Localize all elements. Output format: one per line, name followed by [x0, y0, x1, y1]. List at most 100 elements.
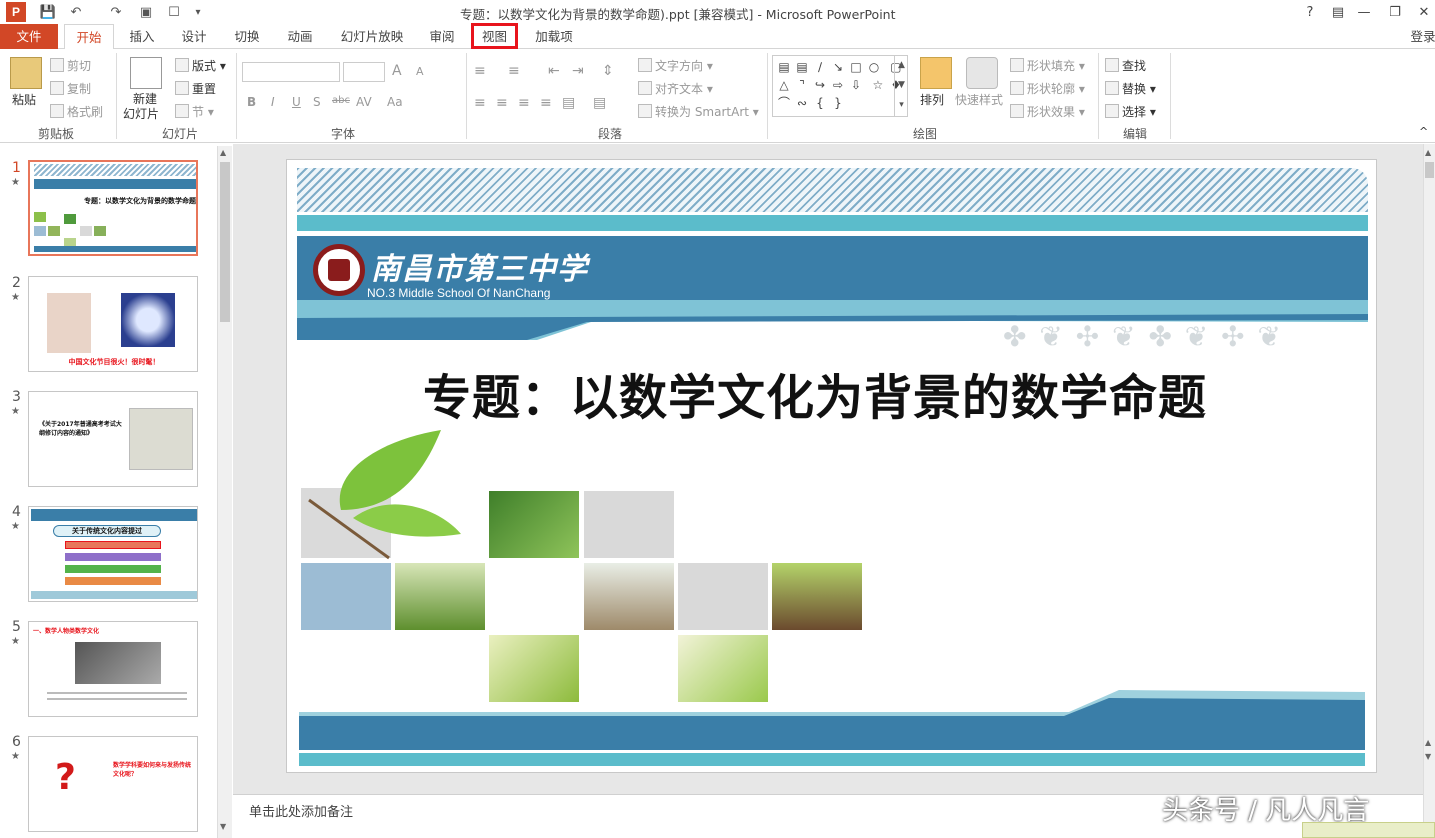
format-painter-button[interactable]: 格式刷 [50, 103, 103, 120]
copy-button[interactable]: 复制 [50, 80, 91, 97]
scroll-down-icon[interactable]: ▼ [220, 822, 226, 831]
tab-animations[interactable]: 动画 [280, 24, 320, 49]
textbox-shape-icon[interactable]: ▤ [775, 58, 793, 76]
bullets-icon[interactable]: ≡ [474, 63, 486, 79]
shapes-gallery-scroll[interactable]: ▲ ▼ ▾ [894, 55, 908, 117]
underline-button[interactable]: U [292, 95, 301, 109]
quick-styles-icon[interactable] [966, 57, 998, 89]
arrange-button[interactable]: 排列 [920, 91, 944, 108]
decrease-indent-icon[interactable]: ⇤ [548, 63, 560, 79]
customize-toolbar-icon[interactable]: ▾ [188, 2, 208, 22]
section-button[interactable]: 节 ▾ [175, 103, 214, 120]
star-shape-icon[interactable]: ☆ [869, 76, 887, 94]
find-button[interactable]: 查找 [1105, 57, 1146, 74]
shrink-font-button[interactable]: A [416, 65, 424, 78]
slide-canvas[interactable]: 南昌市第三中学 NO.3 Middle School Of NanChang ✤… [286, 159, 1377, 773]
collapse-ribbon-icon[interactable]: ^ [1419, 125, 1428, 138]
arrow-shape-icon[interactable]: ↘ [829, 58, 847, 76]
thumbnail-slide-2[interactable]: 中国文化节目很火！很时髦！ [28, 276, 198, 372]
ribbon-display-options-icon[interactable]: ▤ [1324, 2, 1352, 22]
triangle-shape-icon[interactable]: △ [775, 76, 793, 94]
oval-shape-icon[interactable]: ○ [865, 58, 883, 76]
thumbnail-slide-4[interactable]: 关于传统文化内容提过 [28, 506, 198, 602]
vertical-textbox-shape-icon[interactable]: ▤ [793, 58, 811, 76]
align-paragraph-icon[interactable]: ▤ [593, 95, 606, 111]
shapes-gallery[interactable]: ▤ ▤ ∕ ↘ □ ○ ▢△ ⌝ ↪ ⇨ ⇩ ☆ ♦⌒ ∾{} [772, 55, 908, 117]
justify-icon[interactable]: ≡ [540, 95, 552, 111]
print-preview-icon[interactable]: ☐ [164, 2, 184, 22]
close-button[interactable]: ✕ [1410, 2, 1435, 22]
shape-fill-button[interactable]: 形状填充 ▾ [1010, 57, 1085, 74]
new-slide-icon[interactable] [130, 57, 162, 89]
font-size-input[interactable] [343, 62, 385, 82]
align-center-icon[interactable]: ≡ [496, 95, 508, 111]
editor-scrollbar[interactable]: ▲ ▲ ▼ [1423, 144, 1435, 838]
thumbnail-slide-6[interactable]: ? 数学学科要如何来与发扬传统文化呢？ [28, 736, 198, 832]
reset-button[interactable]: 重置 [175, 80, 216, 97]
scroll-thumb[interactable] [220, 162, 230, 322]
tab-home[interactable]: 开始 [64, 24, 114, 50]
align-left-icon[interactable]: ≡ [474, 95, 486, 111]
align-text-button[interactable]: 对齐文本 ▾ [638, 80, 713, 97]
columns-icon[interactable]: ▤ [562, 95, 575, 111]
rectangle-shape-icon[interactable]: □ [847, 58, 865, 76]
line-shape-icon[interactable]: ∕ [811, 58, 829, 76]
tab-slideshow[interactable]: 幻灯片放映 [333, 24, 411, 49]
replace-button[interactable]: 替换 ▾ [1105, 80, 1156, 97]
numbering-icon[interactable]: ≡ [508, 63, 520, 79]
curve-shape-icon[interactable]: ∾ [793, 94, 811, 112]
new-slide-button-2[interactable]: 幻灯片 [123, 105, 159, 122]
layout-button[interactable]: 版式 ▾ [175, 57, 226, 74]
right-arrow-shape-icon[interactable]: ⇨ [829, 76, 847, 94]
thumbnail-slide-3[interactable]: 《关于2017年普通高考考试大纲修订内容的通知》 [28, 391, 198, 487]
prev-slide-icon[interactable]: ▲ [1425, 738, 1431, 747]
tab-transitions[interactable]: 切换 [227, 24, 267, 49]
grow-font-button[interactable]: A [392, 63, 402, 79]
help-button[interactable]: ? [1296, 2, 1324, 22]
thumbnail-slide-1[interactable]: 专题：以数学文化为背景的数学命题 [28, 160, 198, 256]
down-arrow-shape-icon[interactable]: ⇩ [847, 76, 865, 94]
shape-effects-button[interactable]: 形状效果 ▾ [1010, 103, 1085, 120]
minimize-button[interactable]: — [1350, 2, 1378, 22]
next-slide-icon[interactable]: ▼ [1425, 752, 1431, 761]
shadow-button[interactable]: S [313, 95, 321, 109]
increase-indent-icon[interactable]: ⇥ [572, 63, 584, 79]
align-right-icon[interactable]: ≡ [518, 95, 530, 111]
quick-styles-button[interactable]: 快速样式 [955, 91, 1003, 108]
right-brace-shape-icon[interactable]: } [829, 94, 847, 112]
paste-icon[interactable] [10, 57, 42, 89]
save-icon[interactable]: 💾 [38, 2, 58, 22]
char-spacing-button[interactable]: AV [356, 95, 372, 109]
line-spacing-icon[interactable]: ⇕ [602, 63, 614, 79]
strikethrough-button[interactable]: abc [332, 95, 350, 106]
left-brace-shape-icon[interactable]: { [811, 94, 829, 112]
bold-button[interactable]: B [247, 95, 256, 109]
tab-design[interactable]: 设计 [174, 24, 214, 49]
scroll-up-icon[interactable]: ▲ [220, 148, 226, 157]
thumbnails-scrollbar[interactable]: ▲ ▼ [217, 146, 232, 838]
arrange-icon[interactable] [920, 57, 952, 89]
smartart-button[interactable]: 转换为 SmartArt ▾ [638, 103, 759, 120]
scroll-up-icon[interactable]: ▲ [1425, 148, 1431, 157]
change-case-button[interactable]: Aa [387, 95, 403, 109]
login-link[interactable]: 登录 [1408, 24, 1435, 49]
paste-button[interactable]: 粘贴 [12, 91, 36, 108]
maximize-button[interactable]: ❐ [1381, 2, 1409, 22]
tab-review[interactable]: 审阅 [423, 24, 461, 49]
cut-button[interactable]: 剪切 [50, 57, 91, 74]
shape-outline-button[interactable]: 形状轮廓 ▾ [1010, 80, 1085, 97]
tab-addins[interactable]: 加载项 [528, 24, 580, 49]
undo-icon[interactable]: ↶ [66, 2, 86, 22]
select-button[interactable]: 选择 ▾ [1105, 103, 1156, 120]
arc-shape-icon[interactable]: ⌒ [775, 94, 793, 112]
thumbnail-slide-5[interactable]: 一、数学人物类数学文化 [28, 621, 198, 717]
italic-button[interactable]: I [271, 95, 275, 109]
font-name-input[interactable] [242, 62, 340, 82]
tab-file[interactable]: 文件 [0, 24, 58, 49]
start-slideshow-icon[interactable]: ▣ [136, 2, 156, 22]
text-direction-button[interactable]: 文字方向 ▾ [638, 57, 713, 74]
elbow-arrow-shape-icon[interactable]: ↪ [811, 76, 829, 94]
scroll-thumb[interactable] [1425, 162, 1434, 178]
elbow-connector-shape-icon[interactable]: ⌝ [793, 76, 811, 94]
redo-icon[interactable]: ↷ [106, 2, 126, 22]
